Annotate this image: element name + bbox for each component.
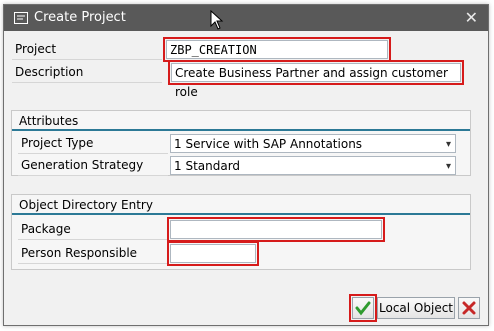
- cancel-button[interactable]: [458, 297, 480, 319]
- package-input-redacted[interactable]: [167, 217, 385, 242]
- attributes-title: Attributes: [12, 111, 470, 131]
- dialog-title: Create Project: [34, 10, 126, 25]
- project-type-select[interactable]: 1 Service with SAP Annotations ▾: [170, 134, 456, 153]
- generation-strategy-value: 1 Standard: [174, 159, 241, 173]
- project-label: Project: [12, 39, 162, 60]
- confirm-button[interactable]: [349, 294, 377, 322]
- close-icon[interactable]: ✕: [465, 8, 478, 27]
- dialog-body: Project ZBP_CREATION Description Create …: [4, 31, 488, 325]
- generation-strategy-select[interactable]: 1 Standard ▾: [170, 156, 456, 175]
- description-label: Description: [12, 62, 162, 83]
- generation-strategy-row: Generation Strategy 1 Standard ▾: [18, 155, 464, 176]
- mouse-pointer-icon: [210, 10, 224, 30]
- object-directory-group: Object Directory Entry Package Person Re…: [11, 194, 471, 270]
- create-project-dialog: Create Project ✕ Project ZBP_CREATION De…: [3, 4, 489, 326]
- description-row: Description Create Business Partner and …: [12, 60, 464, 99]
- local-object-button[interactable]: Local Object: [377, 297, 455, 319]
- person-responsible-input-redacted[interactable]: [167, 241, 259, 266]
- package-row: Package: [18, 217, 464, 242]
- project-input[interactable]: ZBP_CREATION: [163, 37, 391, 62]
- cancel-x-icon: [462, 301, 476, 315]
- checkmark-icon: [355, 301, 371, 316]
- chevron-down-icon[interactable]: ▾: [446, 157, 451, 176]
- person-responsible-row: Person Responsible: [18, 241, 464, 266]
- person-responsible-label: Person Responsible: [18, 243, 168, 264]
- package-label: Package: [18, 219, 168, 240]
- project-type-label: Project Type: [18, 133, 168, 154]
- create-project-icon: [14, 12, 28, 24]
- description-input[interactable]: Create Business Partner and assign custo…: [168, 60, 464, 99]
- attributes-group: Attributes Project Type 1 Service with S…: [11, 110, 471, 176]
- project-type-row: Project Type 1 Service with SAP Annotati…: [18, 133, 464, 154]
- project-type-value: 1 Service with SAP Annotations: [174, 137, 363, 151]
- object-directory-title: Object Directory Entry: [12, 195, 470, 215]
- title-bar[interactable]: Create Project ✕: [4, 5, 488, 31]
- project-row: Project ZBP_CREATION: [12, 37, 458, 62]
- chevron-down-icon[interactable]: ▾: [446, 135, 451, 154]
- generation-strategy-label: Generation Strategy: [18, 155, 168, 176]
